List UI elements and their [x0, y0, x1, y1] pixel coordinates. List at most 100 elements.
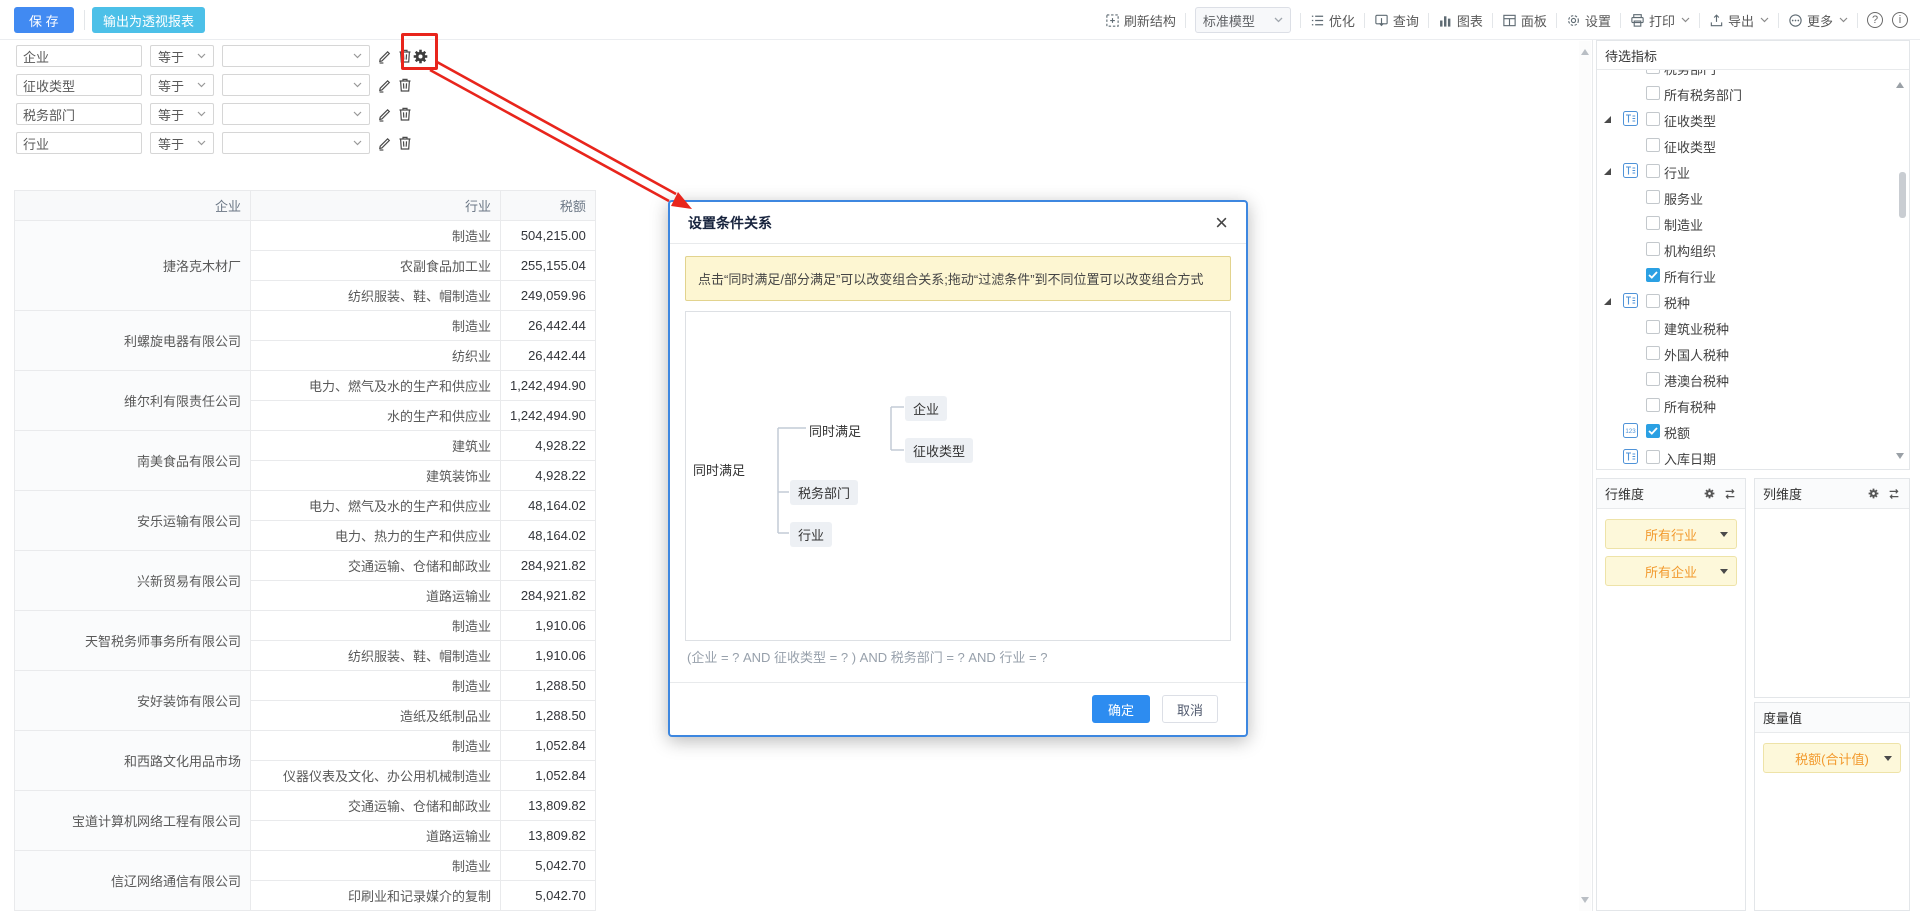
gear-icon[interactable] — [1703, 487, 1716, 500]
print-button[interactable]: 打印 — [1630, 11, 1690, 30]
checkbox[interactable] — [1646, 112, 1660, 126]
toolbar-divider — [1185, 13, 1186, 28]
expander-icon[interactable] — [1604, 168, 1611, 175]
filter-operator-select[interactable]: 等于 — [150, 132, 214, 154]
model-select[interactable]: 标准模型 — [1195, 7, 1291, 33]
expander-icon[interactable] — [1604, 116, 1611, 123]
export-pivot-button[interactable]: 输出为透视报表 — [92, 7, 205, 33]
edit-icon[interactable] — [376, 47, 394, 65]
delete-icon[interactable] — [396, 105, 414, 123]
delete-icon[interactable] — [396, 76, 414, 94]
checkbox[interactable] — [1646, 138, 1660, 152]
scrollbar-thumb[interactable] — [1899, 172, 1906, 218]
filter-field-input[interactable] — [16, 45, 142, 67]
indicator-tree-item[interactable]: 所有税务部门 — [1597, 80, 1909, 106]
expander-icon[interactable] — [1604, 298, 1611, 305]
filter-value-select[interactable] — [222, 103, 370, 125]
amount-cell: 284,921.82 — [501, 551, 596, 581]
table-row: 维尔利有限责任公司电力、燃气及水的生产和供应业1,242,494.90 — [15, 371, 596, 401]
info-icon[interactable]: i — [1892, 12, 1908, 28]
filter-field-input[interactable] — [16, 74, 142, 96]
column-header-company: 企业 — [15, 191, 251, 221]
checkbox[interactable] — [1646, 268, 1660, 282]
edit-icon[interactable] — [376, 134, 394, 152]
indicator-tree-item[interactable]: 123税额 — [1597, 418, 1909, 444]
indicator-tree-item[interactable]: 所有税种 — [1597, 392, 1909, 418]
amount-cell: 1,288.50 — [501, 701, 596, 731]
filter-operator-select[interactable]: 等于 — [150, 74, 214, 96]
help-icon[interactable]: ? — [1867, 12, 1883, 28]
panel-icon — [1502, 13, 1517, 28]
condition-root-node[interactable]: 同时满足 — [693, 460, 745, 479]
scroll-down-arrow[interactable] — [1581, 897, 1589, 903]
indicator-tree-item[interactable]: 税种 — [1597, 288, 1909, 314]
save-button[interactable]: 保 存 — [14, 7, 74, 33]
swap-icon[interactable] — [1887, 487, 1901, 501]
checkbox[interactable] — [1646, 242, 1660, 256]
checkbox[interactable] — [1646, 294, 1660, 308]
indicator-tree-item[interactable]: 征收类型 — [1597, 132, 1909, 158]
more-button[interactable]: 更多 — [1788, 11, 1848, 30]
filter-value-select[interactable] — [222, 132, 370, 154]
checkbox[interactable] — [1646, 346, 1660, 360]
indicator-tree-item[interactable]: 入库日期 — [1597, 444, 1909, 469]
edit-icon[interactable] — [376, 76, 394, 94]
main-scrollbar[interactable] — [1579, 41, 1591, 911]
checkbox[interactable] — [1646, 190, 1660, 204]
scroll-up-arrow[interactable] — [1581, 49, 1589, 55]
condition-chip-levy-type[interactable]: 征收类型 — [905, 438, 973, 463]
indicator-tree-item[interactable]: 港澳台税种 — [1597, 366, 1909, 392]
chevron-down-icon — [1884, 756, 1892, 761]
refresh-structure-button[interactable]: 刷新结构 — [1105, 11, 1176, 30]
settings-button[interactable]: 设置 — [1566, 11, 1611, 30]
checkbox[interactable] — [1646, 164, 1660, 178]
filter-operator-select[interactable]: 等于 — [150, 45, 214, 67]
indicator-tree-item[interactable]: 征收类型 — [1597, 106, 1909, 132]
annotation-highlight-box — [401, 33, 438, 70]
checkbox[interactable] — [1646, 216, 1660, 230]
filter-operator-select[interactable]: 等于 — [150, 103, 214, 125]
checkbox[interactable] — [1646, 86, 1660, 100]
indicator-tree-item[interactable]: 制造业 — [1597, 210, 1909, 236]
measure-chip[interactable]: 税额(合计值) — [1763, 743, 1901, 773]
scroll-down-arrow[interactable] — [1896, 453, 1904, 459]
checkbox[interactable] — [1646, 372, 1660, 386]
amount-cell: 1,052.84 — [501, 761, 596, 791]
row-dimension-chip[interactable]: 所有行业 — [1605, 519, 1737, 549]
row-dimension-chip[interactable]: 所有企业 — [1605, 556, 1737, 586]
indicator-tree-item[interactable]: 税务部门 — [1597, 70, 1909, 80]
chart-button[interactable]: 图表 — [1438, 11, 1483, 30]
condition-chip-enterprise[interactable]: 企业 — [905, 396, 947, 421]
gear-icon[interactable] — [1867, 487, 1880, 500]
filter-field-input[interactable] — [16, 132, 142, 154]
delete-icon[interactable] — [396, 134, 414, 152]
indicator-label: 入库日期 — [1664, 449, 1716, 468]
filter-field-input[interactable] — [16, 103, 142, 125]
indicator-tree-item[interactable]: 所有行业 — [1597, 262, 1909, 288]
checkbox[interactable] — [1646, 450, 1660, 464]
filter-value-select[interactable] — [222, 45, 370, 67]
ok-button[interactable]: 确定 — [1092, 695, 1150, 723]
export-button[interactable]: 导出 — [1709, 11, 1769, 30]
checkbox[interactable] — [1646, 424, 1660, 438]
checkbox[interactable] — [1646, 70, 1660, 74]
edit-icon[interactable] — [376, 105, 394, 123]
swap-icon[interactable] — [1723, 487, 1737, 501]
checkbox[interactable] — [1646, 398, 1660, 412]
query-button[interactable]: 查询 — [1374, 11, 1419, 30]
indicator-tree-item[interactable]: 外国人税种 — [1597, 340, 1909, 366]
close-icon[interactable]: × — [1215, 212, 1228, 234]
condition-chip-tax-dept[interactable]: 税务部门 — [790, 480, 858, 505]
scroll-up-arrow[interactable] — [1896, 82, 1904, 88]
optimize-button[interactable]: 优化 — [1310, 11, 1355, 30]
indicator-tree-item[interactable]: 行业 — [1597, 158, 1909, 184]
condition-chip-industry[interactable]: 行业 — [790, 522, 832, 547]
indicator-tree-item[interactable]: 服务业 — [1597, 184, 1909, 210]
panel-button[interactable]: 面板 — [1502, 11, 1547, 30]
indicator-tree-item[interactable]: 机构组织 — [1597, 236, 1909, 262]
filter-value-select[interactable] — [222, 74, 370, 96]
checkbox[interactable] — [1646, 320, 1660, 334]
condition-group-node[interactable]: 同时满足 — [809, 421, 861, 440]
cancel-button[interactable]: 取消 — [1162, 695, 1218, 723]
indicator-tree-item[interactable]: 建筑业税种 — [1597, 314, 1909, 340]
